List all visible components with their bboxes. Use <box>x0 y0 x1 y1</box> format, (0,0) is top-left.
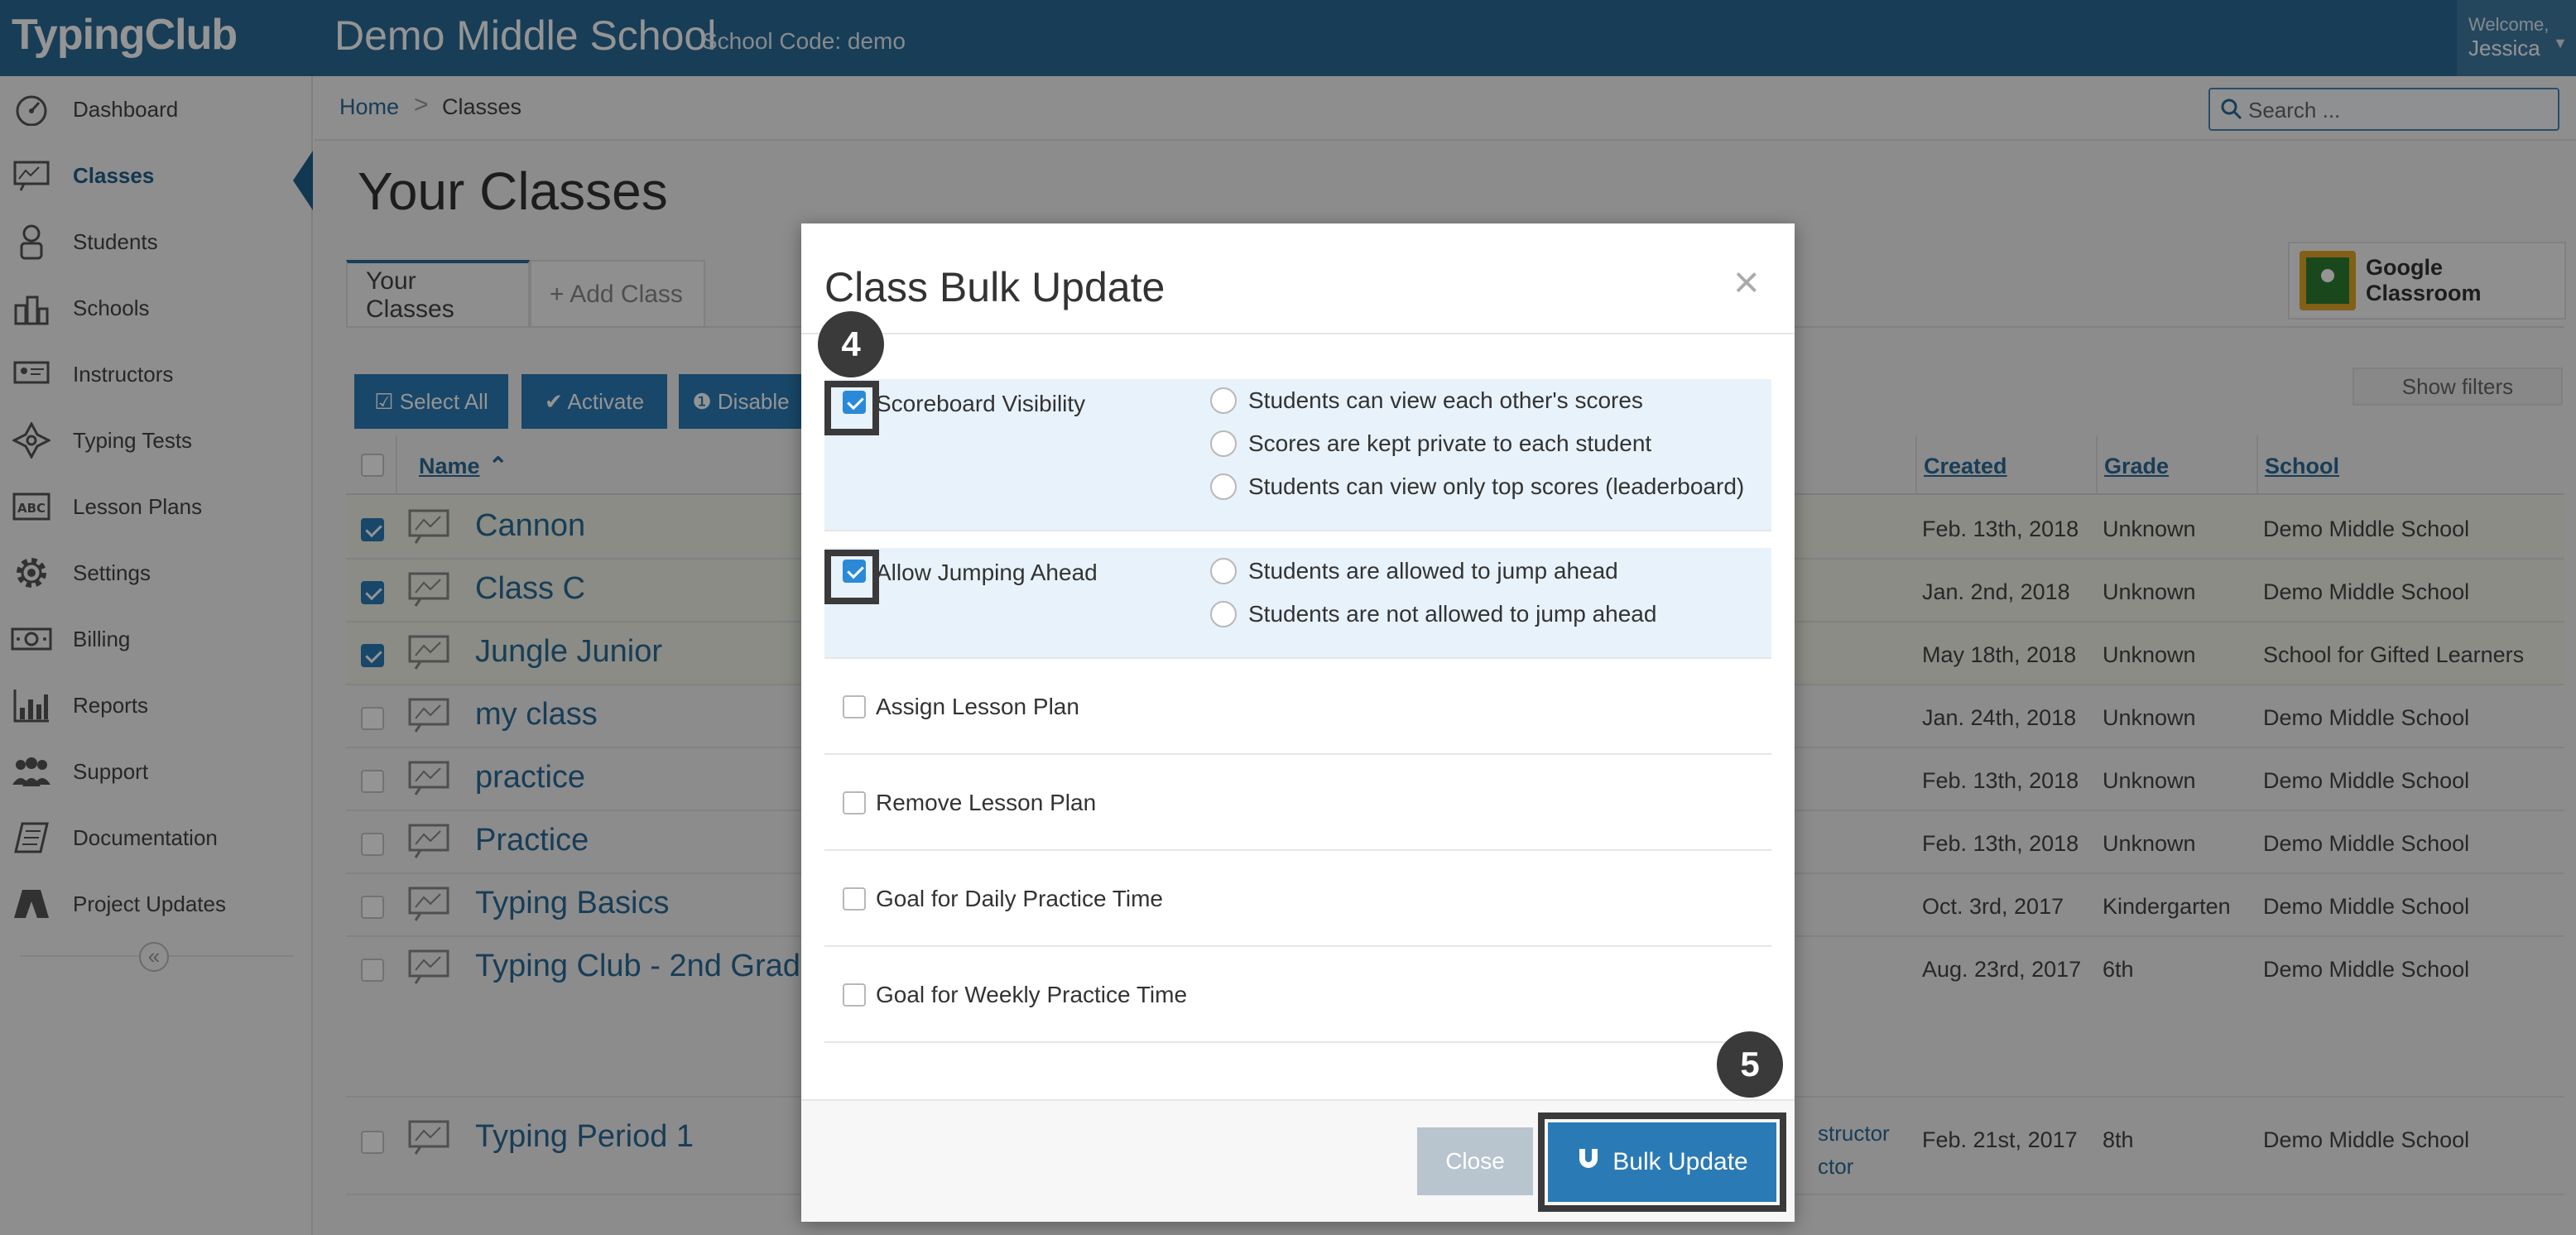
radio-button[interactable] <box>1210 473 1237 500</box>
daily-practice-goal-checkbox[interactable] <box>843 887 866 911</box>
option-label: Remove Lesson Plan <box>876 790 1097 815</box>
option-remove-lesson-plan: Remove Lesson Plan <box>824 755 1771 851</box>
radio-option[interactable]: Students are not allowed to jump ahead <box>1210 593 1656 636</box>
remove-lesson-plan-checkbox[interactable] <box>843 791 866 815</box>
step-4-badge: 4 <box>818 311 884 377</box>
class-bulk-update-dialog: Class Bulk Update × Scoreboard Visibilit… <box>801 223 1795 1222</box>
radio-option[interactable]: Students can view each other's scores <box>1210 379 1643 422</box>
step-5-badge: 5 <box>1717 1031 1783 1098</box>
close-button[interactable]: Close <box>1417 1127 1533 1195</box>
radio-button[interactable] <box>1210 387 1237 414</box>
radio-option[interactable]: Students are allowed to jump ahead <box>1210 550 1618 593</box>
radio-label: Students can view each other's scores <box>1248 387 1643 413</box>
dialog-footer: Close Bulk Update <box>801 1099 1795 1222</box>
magnet-icon <box>1576 1146 1601 1178</box>
option-label: Scoreboard Visibility <box>876 391 1086 416</box>
radio-button[interactable] <box>1210 430 1237 457</box>
highlight-frame <box>824 550 879 604</box>
option-allow-jumping-ahead: Allow Jumping Ahead Students are allowed… <box>824 548 1771 659</box>
dialog-title: Class Bulk Update <box>824 264 1165 310</box>
bulk-update-label: Bulk Update <box>1612 1148 1748 1175</box>
option-label: Goal for Daily Practice Time <box>876 886 1163 911</box>
radio-label: Scores are kept private to each student <box>1248 430 1652 456</box>
radio-button[interactable] <box>1210 558 1237 584</box>
option-label: Assign Lesson Plan <box>876 694 1079 719</box>
option-label: Goal for Weekly Practice Time <box>876 982 1188 1007</box>
radio-label: Students are allowed to jump ahead <box>1248 558 1618 584</box>
close-icon[interactable]: × <box>1733 260 1760 305</box>
option-weekly-practice-goal: Goal for Weekly Practice Time <box>824 947 1771 1043</box>
radio-button[interactable] <box>1210 601 1237 627</box>
dialog-header-divider <box>801 333 1795 334</box>
option-scoreboard-visibility: Scoreboard Visibility Students can view … <box>824 379 1771 531</box>
radio-label: Students can view only top scores (leade… <box>1248 473 1745 499</box>
highlight-frame <box>824 381 879 435</box>
assign-lesson-plan-checkbox[interactable] <box>843 695 866 718</box>
bulk-update-button[interactable]: Bulk Update <box>1548 1122 1776 1202</box>
radio-label: Students are not allowed to jump ahead <box>1248 601 1657 627</box>
option-label: Allow Jumping Ahead <box>876 560 1098 585</box>
weekly-practice-goal-checkbox[interactable] <box>843 983 866 1007</box>
option-daily-practice-goal: Goal for Daily Practice Time <box>824 851 1771 947</box>
radio-option[interactable]: Students can view only top scores (leade… <box>1210 465 1744 508</box>
option-assign-lesson-plan: Assign Lesson Plan <box>824 659 1771 755</box>
radio-option[interactable]: Scores are kept private to each student <box>1210 422 1651 465</box>
